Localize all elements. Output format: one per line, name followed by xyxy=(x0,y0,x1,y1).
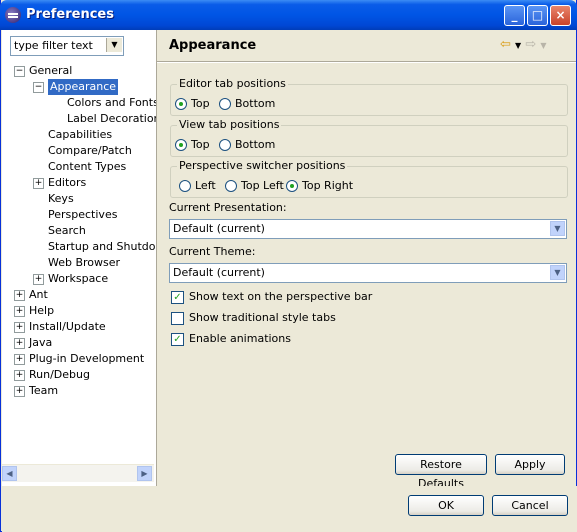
back-arrow-icon[interactable]: ⇦ xyxy=(500,37,511,52)
show-text-checkbox[interactable]: ✓ Show text on the perspective bar xyxy=(171,290,372,304)
tree-item-label: Editors xyxy=(48,176,87,189)
maximize-button[interactable]: □ xyxy=(527,5,548,26)
divider xyxy=(157,61,576,63)
tree-item-label: Compare/Patch xyxy=(48,144,132,157)
chevron-down-icon[interactable]: ▼ xyxy=(550,265,565,280)
switcher-top-right-radio[interactable]: Top Right xyxy=(286,179,353,192)
scroll-left-icon[interactable]: ◀ xyxy=(2,466,17,481)
tree-item-label: Content Types xyxy=(48,160,127,173)
editor-tab-top-radio[interactable]: Top xyxy=(175,97,210,110)
expand-icon[interactable]: + xyxy=(33,274,44,285)
restore-defaults-button[interactable]: Restore Defaults xyxy=(395,454,487,490)
theme-label: Current Theme: xyxy=(169,245,256,258)
expand-icon[interactable]: + xyxy=(14,370,25,381)
chevron-down-icon[interactable]: ▼ xyxy=(515,41,521,50)
view-tab-group: View tab positions Top Bottom xyxy=(170,118,568,157)
tree-item-label: Perspectives xyxy=(48,208,118,221)
tree-item-label: Java xyxy=(29,336,53,349)
tree-item-label: Install/Update xyxy=(29,320,106,333)
group-label: Editor tab positions xyxy=(177,77,288,90)
horizontal-scrollbar[interactable]: ◀ ▶ xyxy=(2,464,154,482)
view-tab-bottom-radio[interactable]: Bottom xyxy=(219,138,275,151)
preference-tree-pane: type filter text ▼ − General − Appearance Co… xyxy=(2,30,157,486)
ok-button[interactable]: OK xyxy=(408,495,484,516)
tree-item-label: General xyxy=(29,64,73,77)
eclipse-icon xyxy=(5,7,21,23)
editor-tab-group: Editor tab positions Top Bottom xyxy=(170,77,568,116)
expand-icon[interactable]: + xyxy=(14,322,25,333)
group-label: Perspective switcher positions xyxy=(177,159,348,172)
chevron-down-icon[interactable]: ▼ xyxy=(550,221,565,236)
appearance-page: Appearance ⇦ ▼ ⇨ ▼ Editor tab positions … xyxy=(157,30,576,490)
tree-item-label: Run/Debug xyxy=(29,368,90,381)
history-nav: ⇦ ▼ ⇨ ▼ xyxy=(500,37,547,52)
preference-tree: − General − Appearance Colors and Fonts Label… xyxy=(2,63,156,463)
close-button[interactable]: × xyxy=(550,5,571,26)
presentation-label: Current Presentation: xyxy=(169,201,287,214)
dialog-button-bar: OK Cancel xyxy=(2,486,577,532)
tree-item-label: Keys xyxy=(48,192,74,205)
scroll-right-icon[interactable]: ▶ xyxy=(137,466,152,481)
apply-button[interactable]: Apply xyxy=(495,454,565,475)
tree-item-label: Search xyxy=(48,224,86,237)
theme-select[interactable]: Default (current) ▼ xyxy=(169,263,567,283)
tree-item-label: Web Browser xyxy=(48,256,121,269)
tree-item-label: Appearance xyxy=(48,79,119,95)
expand-icon[interactable]: + xyxy=(14,354,25,365)
presentation-select[interactable]: Default (current) ▼ xyxy=(169,219,567,239)
chevron-down-icon[interactable]: ▼ xyxy=(540,41,546,50)
editor-tab-bottom-radio[interactable]: Bottom xyxy=(219,97,275,110)
collapse-icon[interactable]: − xyxy=(33,82,44,93)
forward-arrow-icon[interactable]: ⇨ xyxy=(525,37,536,52)
minimize-button[interactable]: _ xyxy=(504,5,525,26)
view-tab-top-radio[interactable]: Top xyxy=(175,138,210,151)
cancel-button[interactable]: Cancel xyxy=(492,495,568,516)
tree-item-label: Workspace xyxy=(48,272,109,285)
collapse-icon[interactable]: − xyxy=(14,66,25,77)
tree-item-label: Label Decorations xyxy=(67,112,156,125)
tree-item-label: Colors and Fonts xyxy=(67,96,156,109)
tree-item-label: Team xyxy=(29,384,59,397)
traditional-tabs-checkbox[interactable]: Show traditional style tabs xyxy=(171,311,336,325)
switcher-top-left-radio[interactable]: Top Left xyxy=(225,179,284,192)
group-label: View tab positions xyxy=(177,118,282,131)
title-bar[interactable]: Preferences _ □ × xyxy=(0,0,577,30)
tree-item-label: Startup and Shutdown xyxy=(48,240,156,253)
expand-icon[interactable]: + xyxy=(14,306,25,317)
page-title: Appearance xyxy=(169,38,257,53)
filter-combo[interactable]: type filter text ▼ xyxy=(10,36,124,56)
tree-item-label: Help xyxy=(29,304,55,317)
expand-icon[interactable]: + xyxy=(14,386,25,397)
switcher-group: Perspective switcher positions Left Top … xyxy=(170,159,568,198)
expand-icon[interactable]: + xyxy=(14,290,25,301)
switcher-left-radio[interactable]: Left xyxy=(179,179,216,192)
filter-input[interactable]: type filter text xyxy=(14,39,93,52)
chevron-down-icon[interactable]: ▼ xyxy=(106,38,122,52)
tree-item-label: Plug-in Development xyxy=(29,352,145,365)
tree-item-label: Ant xyxy=(29,288,48,301)
window-title: Preferences xyxy=(26,7,114,22)
tree-item-label: Capabilities xyxy=(48,128,113,141)
expand-icon[interactable]: + xyxy=(14,338,25,349)
enable-animations-checkbox[interactable]: ✓ Enable animations xyxy=(171,332,291,346)
expand-icon[interactable]: + xyxy=(33,178,44,189)
preferences-window: Preferences _ □ × type filter text ▼ − Ge… xyxy=(0,0,577,532)
